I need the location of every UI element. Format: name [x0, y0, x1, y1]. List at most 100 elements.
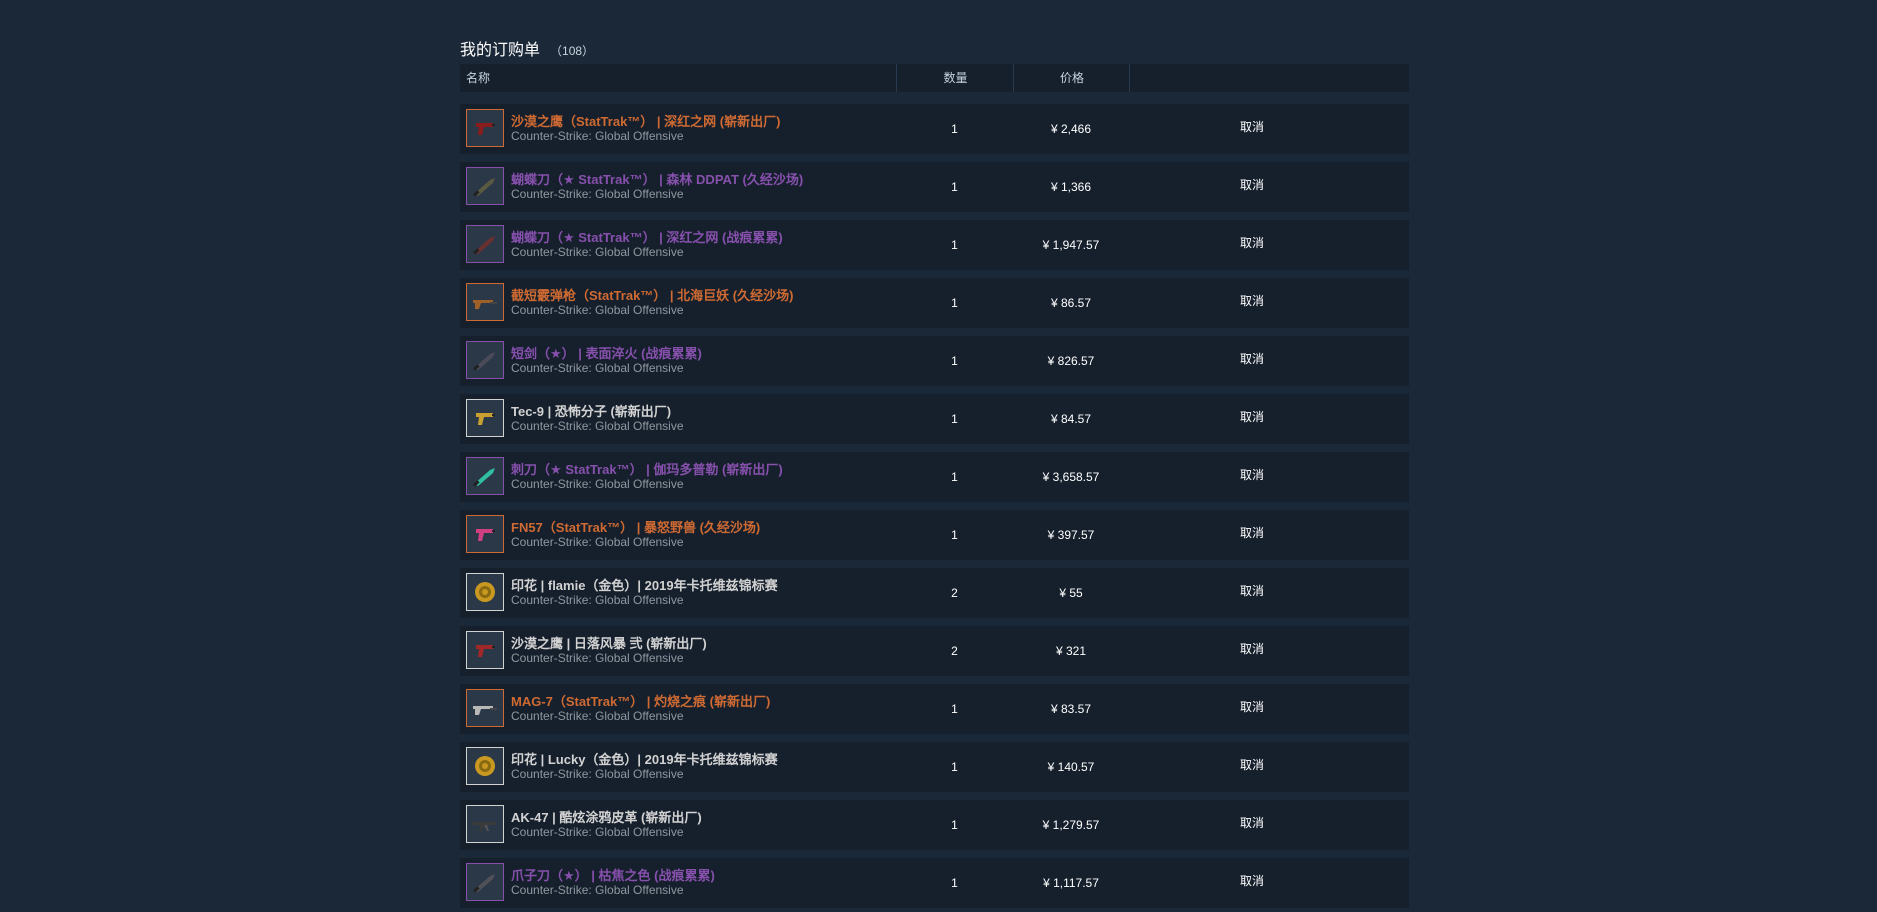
rifle-icon	[472, 822, 496, 831]
order-quantity: 1	[951, 702, 958, 716]
column-header-name: 名称	[466, 71, 491, 85]
item-game: Counter-Strike: Global Offensive	[511, 187, 684, 201]
item-thumbnail[interactable]	[466, 631, 504, 669]
cancel-order-button[interactable]: 取消	[1240, 568, 1264, 618]
item-name-link[interactable]: 截短霰弹枪（StatTrak™） | 北海巨妖 (久经沙场)	[511, 285, 793, 304]
order-price: ¥ 3,658.57	[1042, 470, 1100, 484]
sticker-icon	[475, 756, 495, 776]
cancel-order-button[interactable]: 取消	[1240, 278, 1264, 328]
item-game: Counter-Strike: Global Offensive	[511, 825, 684, 839]
item-thumbnail[interactable]	[466, 225, 504, 263]
item-game: Counter-Strike: Global Offensive	[511, 535, 684, 549]
order-count: （108）	[550, 44, 595, 58]
item-name-link[interactable]: FN57（StatTrak™） | 暴怒野兽 (久经沙场)	[511, 517, 760, 536]
item-name-link[interactable]: 蝴蝶刀（★ StatTrak™） | 深红之网 (战痕累累)	[511, 227, 783, 246]
order-quantity: 1	[951, 528, 958, 542]
order-price: ¥ 1,947.57	[1042, 238, 1100, 252]
cancel-order-button[interactable]: 取消	[1240, 510, 1264, 560]
item-name-link[interactable]: MAG-7（StatTrak™） | 灼烧之痕 (崭新出厂)	[511, 691, 770, 710]
order-quantity: 1	[951, 412, 958, 426]
knife-icon	[473, 468, 495, 487]
sticker-icon	[475, 582, 495, 602]
item-thumbnail[interactable]	[466, 573, 504, 611]
item-name-link[interactable]: 爪子刀（★） | 枯焦之色 (战痕累累)	[511, 865, 715, 884]
order-row: Tec-9 | 恐怖分子 (崭新出厂) Counter-Strike: Glob…	[460, 394, 1409, 444]
order-row: 沙漠之鹰（StatTrak™） | 深红之网 (崭新出厂) Counter-St…	[460, 104, 1409, 154]
item-game: Counter-Strike: Global Offensive	[511, 361, 684, 375]
cancel-order-button[interactable]: 取消	[1240, 336, 1264, 386]
item-game: Counter-Strike: Global Offensive	[511, 767, 684, 781]
item-thumbnail[interactable]	[466, 283, 504, 321]
order-quantity: 1	[951, 354, 958, 368]
item-name-link[interactable]: 刺刀（★ StatTrak™） | 伽玛多普勒 (崭新出厂)	[511, 459, 783, 478]
pistol-icon	[476, 123, 495, 135]
order-price: ¥ 2,466	[1050, 122, 1092, 136]
item-name-link[interactable]: 印花 | Lucky（金色）| 2019年卡托维兹锦标赛	[511, 749, 778, 768]
pistol-icon	[476, 645, 495, 657]
column-header-quantity: 数量	[896, 64, 1014, 92]
item-thumbnail[interactable]	[466, 863, 504, 901]
cancel-order-button[interactable]: 取消	[1240, 162, 1264, 212]
order-row: 沙漠之鹰 | 日落风暴 弐 (崭新出厂) Counter-Strike: Glo…	[460, 626, 1409, 676]
knife-icon	[473, 874, 495, 893]
cancel-order-button[interactable]: 取消	[1240, 626, 1264, 676]
item-name-link[interactable]: AK-47 | 酷炫涂鸦皮革 (崭新出厂)	[511, 807, 702, 826]
item-name-link[interactable]: Tec-9 | 恐怖分子 (崭新出厂)	[511, 401, 671, 420]
order-row: MAG-7（StatTrak™） | 灼烧之痕 (崭新出厂) Counter-S…	[460, 684, 1409, 734]
item-game: Counter-Strike: Global Offensive	[511, 651, 684, 665]
item-thumbnail[interactable]	[466, 399, 504, 437]
item-game: Counter-Strike: Global Offensive	[511, 419, 684, 433]
item-thumbnail[interactable]	[466, 689, 504, 727]
item-game: Counter-Strike: Global Offensive	[511, 477, 684, 491]
item-thumbnail[interactable]	[466, 341, 504, 379]
item-thumbnail[interactable]	[466, 747, 504, 785]
order-price: ¥ 1,279.57	[1042, 818, 1100, 832]
order-row: 蝴蝶刀（★ StatTrak™） | 森林 DDPAT (久经沙场) Count…	[460, 162, 1409, 212]
column-header-actions	[1129, 64, 1410, 92]
order-row: 印花 | Lucky（金色）| 2019年卡托维兹锦标赛 Counter-Str…	[460, 742, 1409, 792]
order-quantity: 1	[951, 296, 958, 310]
cancel-order-button[interactable]: 取消	[1240, 394, 1264, 444]
cancel-order-button[interactable]: 取消	[1240, 452, 1264, 502]
table-header: 名称 数量 价格	[460, 64, 1409, 92]
order-price: ¥ 321	[1055, 644, 1087, 658]
item-name-link[interactable]: 蝴蝶刀（★ StatTrak™） | 森林 DDPAT (久经沙场)	[511, 169, 803, 188]
cancel-order-button[interactable]: 取消	[1240, 800, 1264, 850]
page-title: 我的订购单	[460, 42, 541, 59]
order-quantity: 2	[951, 644, 958, 658]
cancel-order-button[interactable]: 取消	[1240, 684, 1264, 734]
order-price: ¥ 140.57	[1047, 760, 1095, 774]
order-row: 印花 | flamie（金色）| 2019年卡托维兹锦标赛 Counter-St…	[460, 568, 1409, 618]
item-game: Counter-Strike: Global Offensive	[511, 129, 684, 143]
item-thumbnail[interactable]	[466, 109, 504, 147]
order-price: ¥ 397.57	[1047, 528, 1095, 542]
item-name-link[interactable]: 沙漠之鹰 | 日落风暴 弐 (崭新出厂)	[511, 633, 707, 652]
order-quantity: 2	[951, 586, 958, 600]
order-price: ¥ 83.57	[1050, 702, 1092, 716]
knife-icon	[473, 236, 495, 255]
cancel-order-button[interactable]: 取消	[1240, 742, 1264, 792]
order-price: ¥ 826.57	[1047, 354, 1095, 368]
pistol-icon	[476, 529, 495, 541]
item-thumbnail[interactable]	[466, 805, 504, 843]
order-price: ¥ 55	[1059, 586, 1083, 600]
item-name-link[interactable]: 印花 | flamie（金色）| 2019年卡托维兹锦标赛	[511, 575, 778, 594]
item-thumbnail[interactable]	[466, 457, 504, 495]
item-name-link[interactable]: 沙漠之鹰（StatTrak™） | 深红之网 (崭新出厂)	[511, 111, 780, 130]
pistol-icon	[476, 413, 495, 425]
order-quantity: 1	[951, 876, 958, 890]
order-row: 蝴蝶刀（★ StatTrak™） | 深红之网 (战痕累累) Counter-S…	[460, 220, 1409, 270]
cancel-order-button[interactable]: 取消	[1240, 858, 1264, 908]
item-name-link[interactable]: 短剑（★） | 表面淬火 (战痕累累)	[511, 343, 702, 362]
item-thumbnail[interactable]	[466, 515, 504, 553]
order-row: 刺刀（★ StatTrak™） | 伽玛多普勒 (崭新出厂) Counter-S…	[460, 452, 1409, 502]
cancel-order-button[interactable]: 取消	[1240, 104, 1264, 154]
item-game: Counter-Strike: Global Offensive	[511, 883, 684, 897]
order-price: ¥ 1,117.57	[1043, 876, 1099, 890]
shotgun-icon	[473, 300, 497, 309]
item-thumbnail[interactable]	[466, 167, 504, 205]
section-heading: 我的订购单 （108）	[460, 36, 595, 59]
order-row: 短剑（★） | 表面淬火 (战痕累累) Counter-Strike: Glob…	[460, 336, 1409, 386]
cancel-order-button[interactable]: 取消	[1240, 220, 1264, 270]
item-game: Counter-Strike: Global Offensive	[511, 593, 684, 607]
